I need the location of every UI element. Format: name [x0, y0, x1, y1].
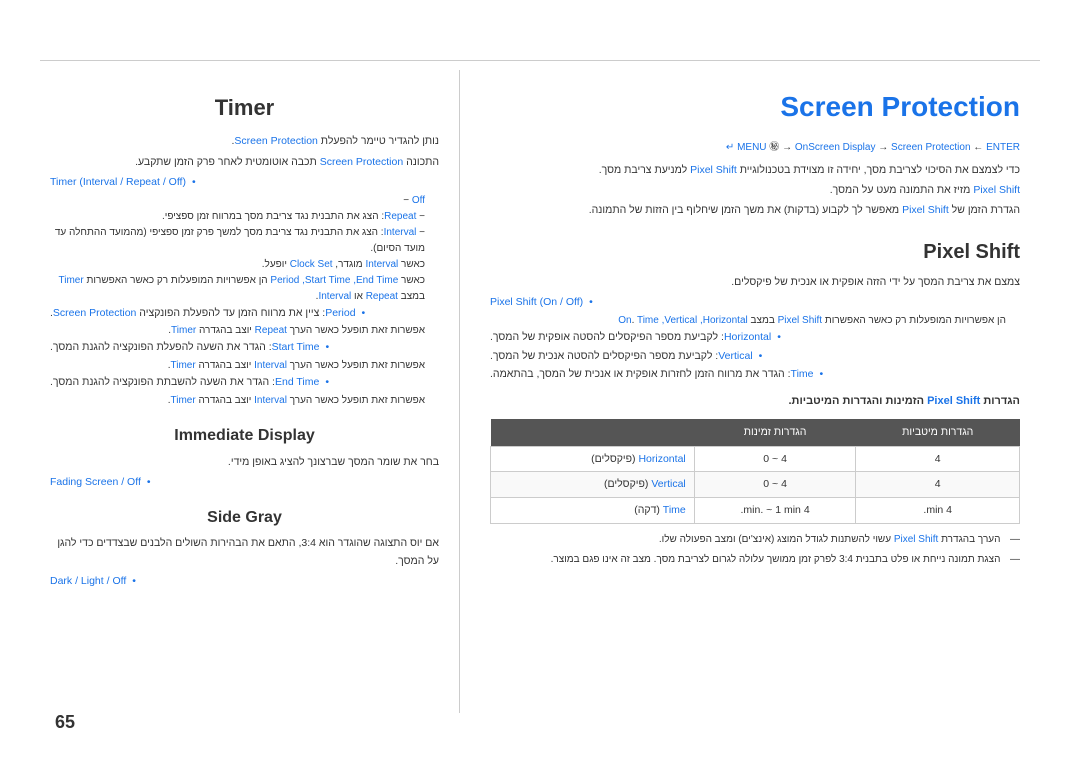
- time-optimal: 4 min.: [856, 498, 1020, 524]
- timer-starttime-sub: אפשרות זאת תופעל כאשר הערך Interval יוצב…: [50, 358, 439, 374]
- immediate-display-title: Immediate Display: [50, 423, 439, 449]
- timer-period-bullet: • Period: ציין את מרווח הזמן עד להפעלת ה…: [50, 305, 439, 322]
- pixel-shift-table: הגדרות מיטביות הגדרות זמינות 4 4 ~ 0 Hor…: [490, 419, 1020, 524]
- note-1: הערך בהגדרת Pixel Shift עשוי להשתנות לגו…: [490, 532, 1020, 548]
- horizontal-optimal: 4: [856, 446, 1020, 472]
- left-column: Timer נותן להגדיר טיימר להפעלת Screen Pr…: [40, 70, 460, 713]
- side-gray-title: Side Gray: [50, 505, 439, 531]
- pixel-shift-title: Pixel Shift: [490, 236, 1020, 268]
- time-available: 4 min. ~ 1 min.: [694, 498, 856, 524]
- page-number: 65: [55, 712, 75, 733]
- main-layout: Timer נותן להגדיר טיימר להפעלת Screen Pr…: [40, 70, 1040, 713]
- timer-intro2: התכונה Screen Protection תכבה אוטומטית ל…: [50, 154, 439, 171]
- pixel-shift-desc: צמצם את צריבת המסך על ידי הזזה אופקית או…: [490, 274, 1020, 291]
- note-2: הצגת תמונה נייחת או פלט בתבנית 3:4 לפרק …: [490, 552, 1020, 568]
- time-bullet: • Time: הגדר את מרווח הזמן לחזרות אופקית…: [490, 366, 1020, 383]
- timer-period-sub: כאשר Period ,Start Time ,End Time הן אפש…: [50, 273, 439, 305]
- horizontal-available: 4 ~ 0: [694, 446, 856, 472]
- screen-protection-intro1: כדי לצמצם את הסיכוי לצריבת מסך, יחידה זו…: [490, 162, 1020, 179]
- pixel-shift-sub: הן אפשרויות המופעלות רק כאשר האפשרות Pix…: [490, 313, 1020, 329]
- timer-endtime-bullet: • End Time: הגדר את השעה להשבתת הפונקציה…: [50, 374, 439, 391]
- table-heading: הגדרות Pixel Shift הזמינות והגדרות המיטב…: [490, 393, 1020, 411]
- pixel-shift-onoff-bullet: • Pixel Shift (On / Off): [490, 294, 1020, 311]
- timer-intro1: נותן להגדיר טיימר להפעלת Screen Protecti…: [50, 133, 439, 150]
- timer-interval-sub: − Interval: הצג את התבנית נגד צריבת מסך …: [50, 225, 439, 257]
- immediate-display-intro: בחר את שומר המסך שברצונך להציג באופן מיד…: [50, 454, 439, 471]
- immediate-display-bullet: • Fading Screen / Off: [50, 474, 439, 491]
- timer-endtime-sub: אפשרות זאת תופעל כאשר הערך Interval יוצב…: [50, 393, 439, 409]
- horizontal-label: Horizontal (פיקסלים): [491, 446, 695, 472]
- timer-period-sub2: אפשרות זאת תופעל כאשר הערך Repeat יוצב ב…: [50, 323, 439, 339]
- table-row-vertical: 4 4 ~ 0 Vertical (פיקסלים): [491, 472, 1020, 498]
- screen-protection-intro3: הגדרת הזמן של Pixel Shift מאפשר לך לקבוע…: [490, 202, 1020, 219]
- timer-starttime-bullet: • Start Time: הגדר את השעה להפעלת הפונקצ…: [50, 339, 439, 356]
- side-gray-intro: אם יוס התצוגה שהוגדר הוא 3:4, התאם את הב…: [50, 535, 439, 570]
- vertical-available: 4 ~ 0: [694, 472, 856, 498]
- timer-off-sub: Off −: [50, 193, 439, 209]
- table-header-available: הגדרות זמינות: [694, 419, 856, 446]
- table-header-optimal: הגדרות מיטביות: [856, 419, 1020, 446]
- timer-repeat-sub: − Repeat: הצג את התבנית נגד צריבת מסך במ…: [50, 209, 439, 225]
- time-label: Time (דקה): [491, 498, 695, 524]
- screen-protection-title: Screen Protection: [490, 85, 1020, 130]
- table-row-horizontal: 4 4 ~ 0 Horizontal (פיקסלים): [491, 446, 1020, 472]
- vertical-optimal: 4: [856, 472, 1020, 498]
- vertical-bullet: • Vertical: לקביעת מספר הפיקסלים להסטה א…: [490, 348, 1020, 365]
- table-row-time: 4 min. 4 min. ~ 1 min. Time (דקה): [491, 498, 1020, 524]
- menu-path: MENU ㊙ → OnScreen Display → Screen Prote…: [490, 140, 1020, 156]
- side-gray-bullet: • Dark / Light / Off: [50, 573, 439, 590]
- timer-title: Timer: [50, 90, 439, 125]
- timer-bullet-interval: • Timer (Interval / Repeat / Off): [50, 174, 439, 191]
- right-column: Screen Protection MENU ㊙ → OnScreen Disp…: [460, 70, 1040, 713]
- top-divider: [40, 60, 1040, 61]
- table-header-label: [491, 419, 695, 446]
- horizontal-bullet: • Horizontal: לקביעת מספר הפיקסלים להסטה…: [490, 329, 1020, 346]
- screen-protection-intro2: Pixel Shift מזיז את התמונה מעט על המסך.: [490, 182, 1020, 199]
- timer-clockset-sub: כאשר Interval מוגדר, Clock Set יופעל.: [50, 257, 439, 273]
- vertical-label: Vertical (פיקסלים): [491, 472, 695, 498]
